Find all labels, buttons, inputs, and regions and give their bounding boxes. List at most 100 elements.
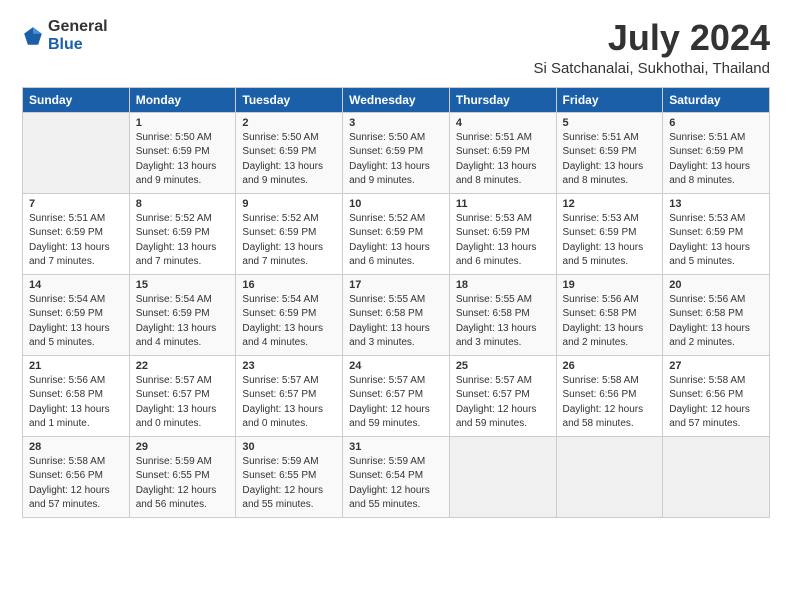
cell-day-number: 6 bbox=[669, 117, 763, 129]
cell-sun-info: Sunrise: 5:53 AMSunset: 6:59 PMDaylight:… bbox=[563, 213, 644, 268]
cell-day-number: 27 bbox=[669, 360, 763, 372]
table-row: 4 Sunrise: 5:51 AMSunset: 6:59 PMDaylight… bbox=[449, 112, 556, 193]
cell-sun-info: Sunrise: 5:59 AMSunset: 6:55 PMDaylight:… bbox=[136, 456, 217, 511]
cell-sun-info: Sunrise: 5:54 AMSunset: 6:59 PMDaylight:… bbox=[29, 294, 110, 349]
cell-sun-info: Sunrise: 5:56 AMSunset: 6:58 PMDaylight:… bbox=[669, 294, 750, 349]
table-row: 30Sunrise: 5:59 AMSunset: 6:55 PMDayligh… bbox=[236, 436, 343, 517]
cell-sun-info: Sunrise: 5:51 AMSunset: 6:59 PMDaylight:… bbox=[669, 132, 750, 187]
cell-sun-info: Sunrise: 5:50 AMSunset: 6:59 PMDaylight:… bbox=[242, 132, 323, 187]
calendar-week-row: 1 Sunrise: 5:50 AMSunset: 6:59 PMDaylight… bbox=[23, 112, 770, 193]
cell-sun-info: Sunrise: 5:55 AMSunset: 6:58 PMDaylight:… bbox=[349, 294, 430, 349]
cell-sun-info: Sunrise: 5:58 AMSunset: 6:56 PMDaylight:… bbox=[563, 375, 644, 430]
cell-day-number: 11 bbox=[456, 198, 550, 210]
cell-day-number: 13 bbox=[669, 198, 763, 210]
cell-sun-info: Sunrise: 5:58 AMSunset: 6:56 PMDaylight:… bbox=[669, 375, 750, 430]
table-row: 7 Sunrise: 5:51 AMSunset: 6:59 PMDaylight… bbox=[23, 193, 130, 274]
cell-day-number: 7 bbox=[29, 198, 123, 210]
cell-day-number: 29 bbox=[136, 441, 230, 453]
calendar-week-row: 7 Sunrise: 5:51 AMSunset: 6:59 PMDaylight… bbox=[23, 193, 770, 274]
table-row: 15Sunrise: 5:54 AMSunset: 6:59 PMDayligh… bbox=[129, 274, 236, 355]
col-saturday: Saturday bbox=[663, 87, 770, 112]
table-row: 2 Sunrise: 5:50 AMSunset: 6:59 PMDaylight… bbox=[236, 112, 343, 193]
cell-day-number: 20 bbox=[669, 279, 763, 291]
calendar-week-row: 28Sunrise: 5:58 AMSunset: 6:56 PMDayligh… bbox=[23, 436, 770, 517]
page-title: July 2024 bbox=[533, 18, 770, 58]
logo-text-general: General bbox=[48, 18, 108, 35]
logo: General Blue bbox=[22, 18, 108, 54]
cell-day-number: 16 bbox=[242, 279, 336, 291]
table-row: 5 Sunrise: 5:51 AMSunset: 6:59 PMDaylight… bbox=[556, 112, 663, 193]
calendar-week-row: 14 Sunrise: 5:54 AMSunset: 6:59 PMDayligh… bbox=[23, 274, 770, 355]
cell-day-number: 30 bbox=[242, 441, 336, 453]
cell-day-number: 2 bbox=[242, 117, 336, 129]
cell-sun-info: Sunrise: 5:54 AMSunset: 6:59 PMDaylight:… bbox=[242, 294, 323, 349]
cell-sun-info: Sunrise: 5:52 AMSunset: 6:59 PMDaylight:… bbox=[242, 213, 323, 268]
table-row: 26Sunrise: 5:58 AMSunset: 6:56 PMDayligh… bbox=[556, 355, 663, 436]
table-row: 25 Sunrise: 5:57 AMSunset: 6:57 PMDayligh… bbox=[449, 355, 556, 436]
cell-day-number: 22 bbox=[136, 360, 230, 372]
cell-sun-info: Sunrise: 5:53 AMSunset: 6:59 PMDaylight:… bbox=[456, 213, 537, 268]
cell-sun-info: Sunrise: 5:55 AMSunset: 6:58 PMDaylight:… bbox=[456, 294, 537, 349]
table-row: 20 Sunrise: 5:56 AMSunset: 6:58 PMDayligh… bbox=[663, 274, 770, 355]
cell-day-number: 21 bbox=[29, 360, 123, 372]
cell-sun-info: Sunrise: 5:57 AMSunset: 6:57 PMDaylight:… bbox=[136, 375, 217, 430]
logo-icon bbox=[22, 25, 44, 47]
page-header: General Blue July 2024 Si Satchanalai, S… bbox=[22, 18, 770, 77]
cell-day-number: 18 bbox=[456, 279, 550, 291]
cell-day-number: 8 bbox=[136, 198, 230, 210]
cell-sun-info: Sunrise: 5:52 AMSunset: 6:59 PMDaylight:… bbox=[349, 213, 430, 268]
table-row: 18 Sunrise: 5:55 AMSunset: 6:58 PMDayligh… bbox=[449, 274, 556, 355]
cell-day-number: 14 bbox=[29, 279, 123, 291]
table-row: 27 Sunrise: 5:58 AMSunset: 6:56 PMDayligh… bbox=[663, 355, 770, 436]
cell-day-number: 25 bbox=[456, 360, 550, 372]
table-row: 16 Sunrise: 5:54 AMSunset: 6:59 PMDayligh… bbox=[236, 274, 343, 355]
cell-day-number: 9 bbox=[242, 198, 336, 210]
title-block: July 2024 Si Satchanalai, Sukhothai, Tha… bbox=[533, 18, 770, 77]
logo-text-blue: Blue bbox=[48, 36, 83, 53]
cell-sun-info: Sunrise: 5:50 AMSunset: 6:59 PMDaylight:… bbox=[349, 132, 430, 187]
table-row: 13Sunrise: 5:53 AMSunset: 6:59 PMDayligh… bbox=[663, 193, 770, 274]
table-row: 1 Sunrise: 5:50 AMSunset: 6:59 PMDaylight… bbox=[129, 112, 236, 193]
cell-sun-info: Sunrise: 5:50 AMSunset: 6:59 PMDaylight:… bbox=[136, 132, 217, 187]
cell-day-number: 12 bbox=[563, 198, 657, 210]
cell-day-number: 19 bbox=[563, 279, 657, 291]
cell-day-number: 5 bbox=[563, 117, 657, 129]
cell-sun-info: Sunrise: 5:51 AMSunset: 6:59 PMDaylight:… bbox=[456, 132, 537, 187]
cell-sun-info: Sunrise: 5:57 AMSunset: 6:57 PMDaylight:… bbox=[456, 375, 537, 430]
table-row: 6 Sunrise: 5:51 AMSunset: 6:59 PMDaylight… bbox=[663, 112, 770, 193]
cell-day-number: 24 bbox=[349, 360, 443, 372]
cell-sun-info: Sunrise: 5:56 AMSunset: 6:58 PMDaylight:… bbox=[29, 375, 110, 430]
col-thursday: Thursday bbox=[449, 87, 556, 112]
table-row bbox=[663, 436, 770, 517]
cell-day-number: 31 bbox=[349, 441, 443, 453]
table-row: 3 Sunrise: 5:50 AMSunset: 6:59 PMDaylight… bbox=[343, 112, 450, 193]
cell-day-number: 17 bbox=[349, 279, 443, 291]
table-row: 21 Sunrise: 5:56 AMSunset: 6:58 PMDayligh… bbox=[23, 355, 130, 436]
cell-sun-info: Sunrise: 5:57 AMSunset: 6:57 PMDaylight:… bbox=[349, 375, 430, 430]
table-row: 22 Sunrise: 5:57 AMSunset: 6:57 PMDayligh… bbox=[129, 355, 236, 436]
cell-sun-info: Sunrise: 5:51 AMSunset: 6:59 PMDaylight:… bbox=[29, 213, 110, 268]
table-row: 29 Sunrise: 5:59 AMSunset: 6:55 PMDayligh… bbox=[129, 436, 236, 517]
cell-sun-info: Sunrise: 5:56 AMSunset: 6:58 PMDaylight:… bbox=[563, 294, 644, 349]
table-row: 10 Sunrise: 5:52 AMSunset: 6:59 PMDayligh… bbox=[343, 193, 450, 274]
table-row bbox=[449, 436, 556, 517]
table-row: 31 Sunrise: 5:59 AMSunset: 6:54 PMDayligh… bbox=[343, 436, 450, 517]
cell-sun-info: Sunrise: 5:51 AMSunset: 6:59 PMDaylight:… bbox=[563, 132, 644, 187]
table-row: 17 Sunrise: 5:55 AMSunset: 6:58 PMDayligh… bbox=[343, 274, 450, 355]
page-subtitle: Si Satchanalai, Sukhothai, Thailand bbox=[533, 60, 770, 77]
table-row: 8Sunrise: 5:52 AMSunset: 6:59 PMDaylight… bbox=[129, 193, 236, 274]
cell-sun-info: Sunrise: 5:59 AMSunset: 6:54 PMDaylight:… bbox=[349, 456, 430, 511]
table-row: 23Sunrise: 5:57 AMSunset: 6:57 PMDayligh… bbox=[236, 355, 343, 436]
table-row bbox=[556, 436, 663, 517]
cell-day-number: 15 bbox=[136, 279, 230, 291]
cell-day-number: 1 bbox=[136, 117, 230, 129]
cell-day-number: 3 bbox=[349, 117, 443, 129]
calendar-header-row: Sunday Monday Tuesday Wednesday Thursday… bbox=[23, 87, 770, 112]
col-sunday: Sunday bbox=[23, 87, 130, 112]
cell-day-number: 4 bbox=[456, 117, 550, 129]
table-row: 24 Sunrise: 5:57 AMSunset: 6:57 PMDayligh… bbox=[343, 355, 450, 436]
table-row: 19 Sunrise: 5:56 AMSunset: 6:58 PMDayligh… bbox=[556, 274, 663, 355]
table-row bbox=[23, 112, 130, 193]
cell-day-number: 10 bbox=[349, 198, 443, 210]
calendar-week-row: 21 Sunrise: 5:56 AMSunset: 6:58 PMDayligh… bbox=[23, 355, 770, 436]
